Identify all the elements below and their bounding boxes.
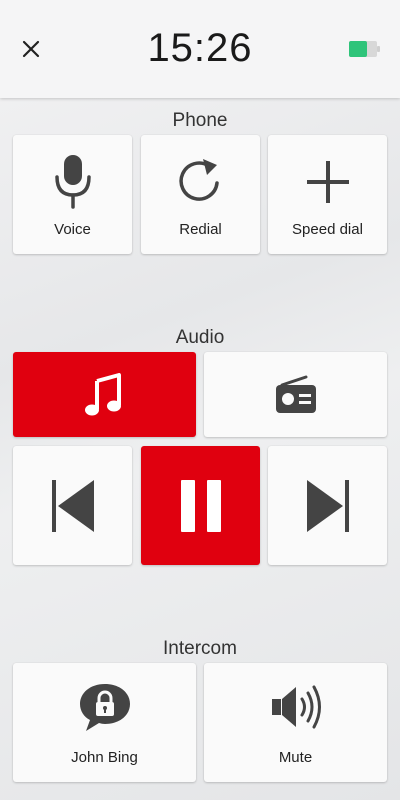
audio-section-title: Audio [175, 327, 225, 348]
plus-icon [306, 161, 349, 203]
next-track-button[interactable] [268, 446, 387, 565]
redial-label: Redial [179, 221, 222, 238]
mute-label: Mute [278, 749, 313, 766]
locked-chat-icon [79, 684, 130, 731]
redial-button[interactable]: Redial [141, 135, 260, 254]
intercom-contact-label: John Bing [71, 749, 138, 766]
battery-icon [349, 41, 380, 57]
intercom-section-title: Intercom [163, 638, 237, 659]
voice-button[interactable]: Voice [13, 135, 132, 254]
next-track-icon [306, 479, 349, 532]
pause-button[interactable] [141, 446, 260, 565]
previous-track-button[interactable] [13, 446, 132, 565]
top-bar: 15:26 [0, 0, 400, 98]
microphone-icon [54, 155, 91, 209]
music-note-icon [84, 372, 121, 415]
previous-track-icon [51, 479, 94, 532]
speed-dial-label: Speed dial [292, 221, 363, 238]
phone-section-title: Phone [172, 110, 228, 131]
radio-icon [275, 375, 316, 413]
speaker-icon [271, 685, 321, 729]
intercom-contact-button[interactable]: John Bing [13, 663, 196, 782]
clock: 15:26 [147, 26, 253, 70]
voice-label: Voice [54, 221, 91, 238]
pause-icon [180, 479, 221, 532]
radio-source-button[interactable] [204, 352, 387, 437]
music-source-button[interactable] [13, 352, 196, 437]
redial-icon [178, 159, 219, 201]
speed-dial-button[interactable]: Speed dial [268, 135, 387, 254]
mute-button[interactable]: Mute [204, 663, 387, 782]
